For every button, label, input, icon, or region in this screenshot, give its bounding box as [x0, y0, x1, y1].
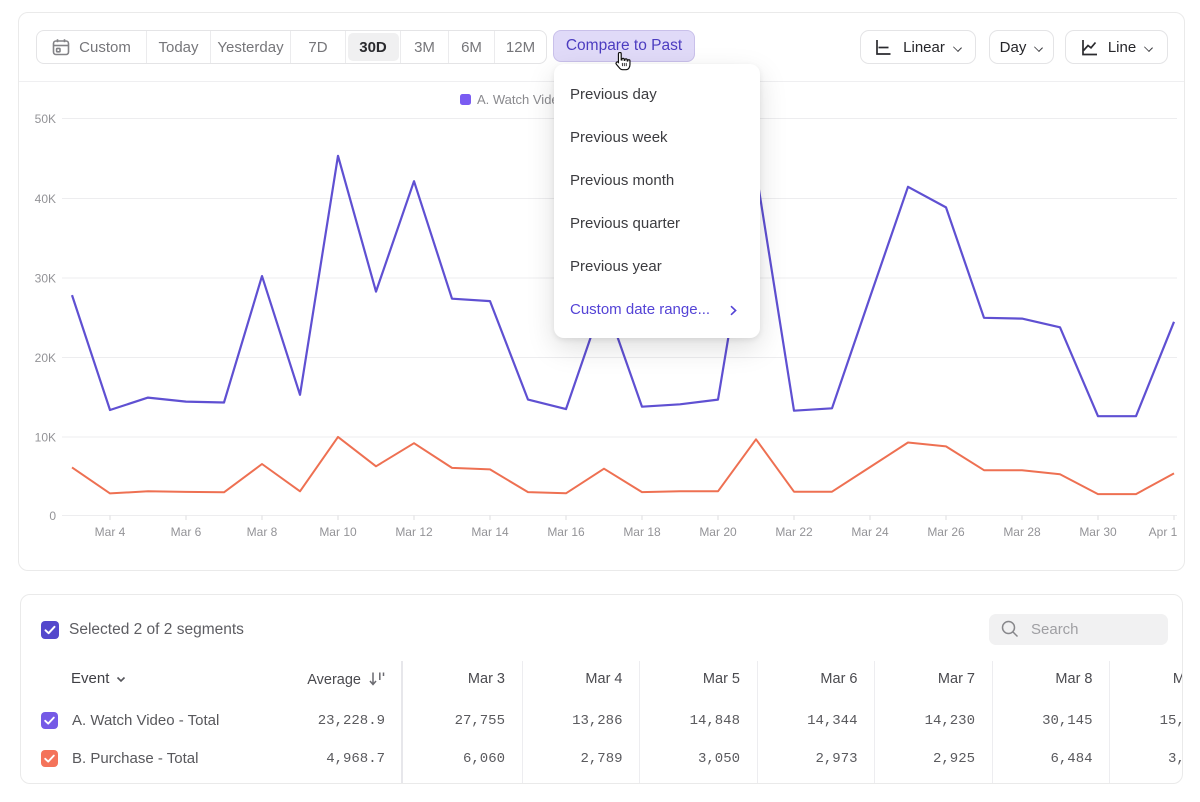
svg-text:Mar 16: Mar 16: [547, 525, 585, 539]
svg-text:30K: 30K: [35, 272, 56, 286]
svg-text:Mar 28: Mar 28: [1003, 525, 1041, 539]
svg-text:Mar 10: Mar 10: [319, 525, 357, 539]
svg-text:Mar 14: Mar 14: [471, 525, 509, 539]
svg-text:40K: 40K: [35, 192, 56, 206]
svg-text:0: 0: [49, 509, 56, 523]
svg-text:50K: 50K: [35, 112, 56, 126]
svg-text:Mar 22: Mar 22: [775, 525, 813, 539]
svg-text:Mar 26: Mar 26: [927, 525, 965, 539]
svg-text:Mar 8: Mar 8: [247, 525, 278, 539]
svg-text:Mar 30: Mar 30: [1079, 525, 1117, 539]
svg-text:Mar 4: Mar 4: [95, 525, 126, 539]
svg-text:Mar 20: Mar 20: [699, 525, 737, 539]
svg-text:10K: 10K: [35, 431, 56, 445]
svg-text:Mar 12: Mar 12: [395, 525, 433, 539]
svg-text:Mar 6: Mar 6: [171, 525, 202, 539]
svg-text:Apr 1: Apr 1: [1149, 525, 1178, 539]
svg-text:Mar 18: Mar 18: [623, 525, 661, 539]
svg-text:20K: 20K: [35, 351, 56, 365]
svg-text:Mar 24: Mar 24: [851, 525, 889, 539]
